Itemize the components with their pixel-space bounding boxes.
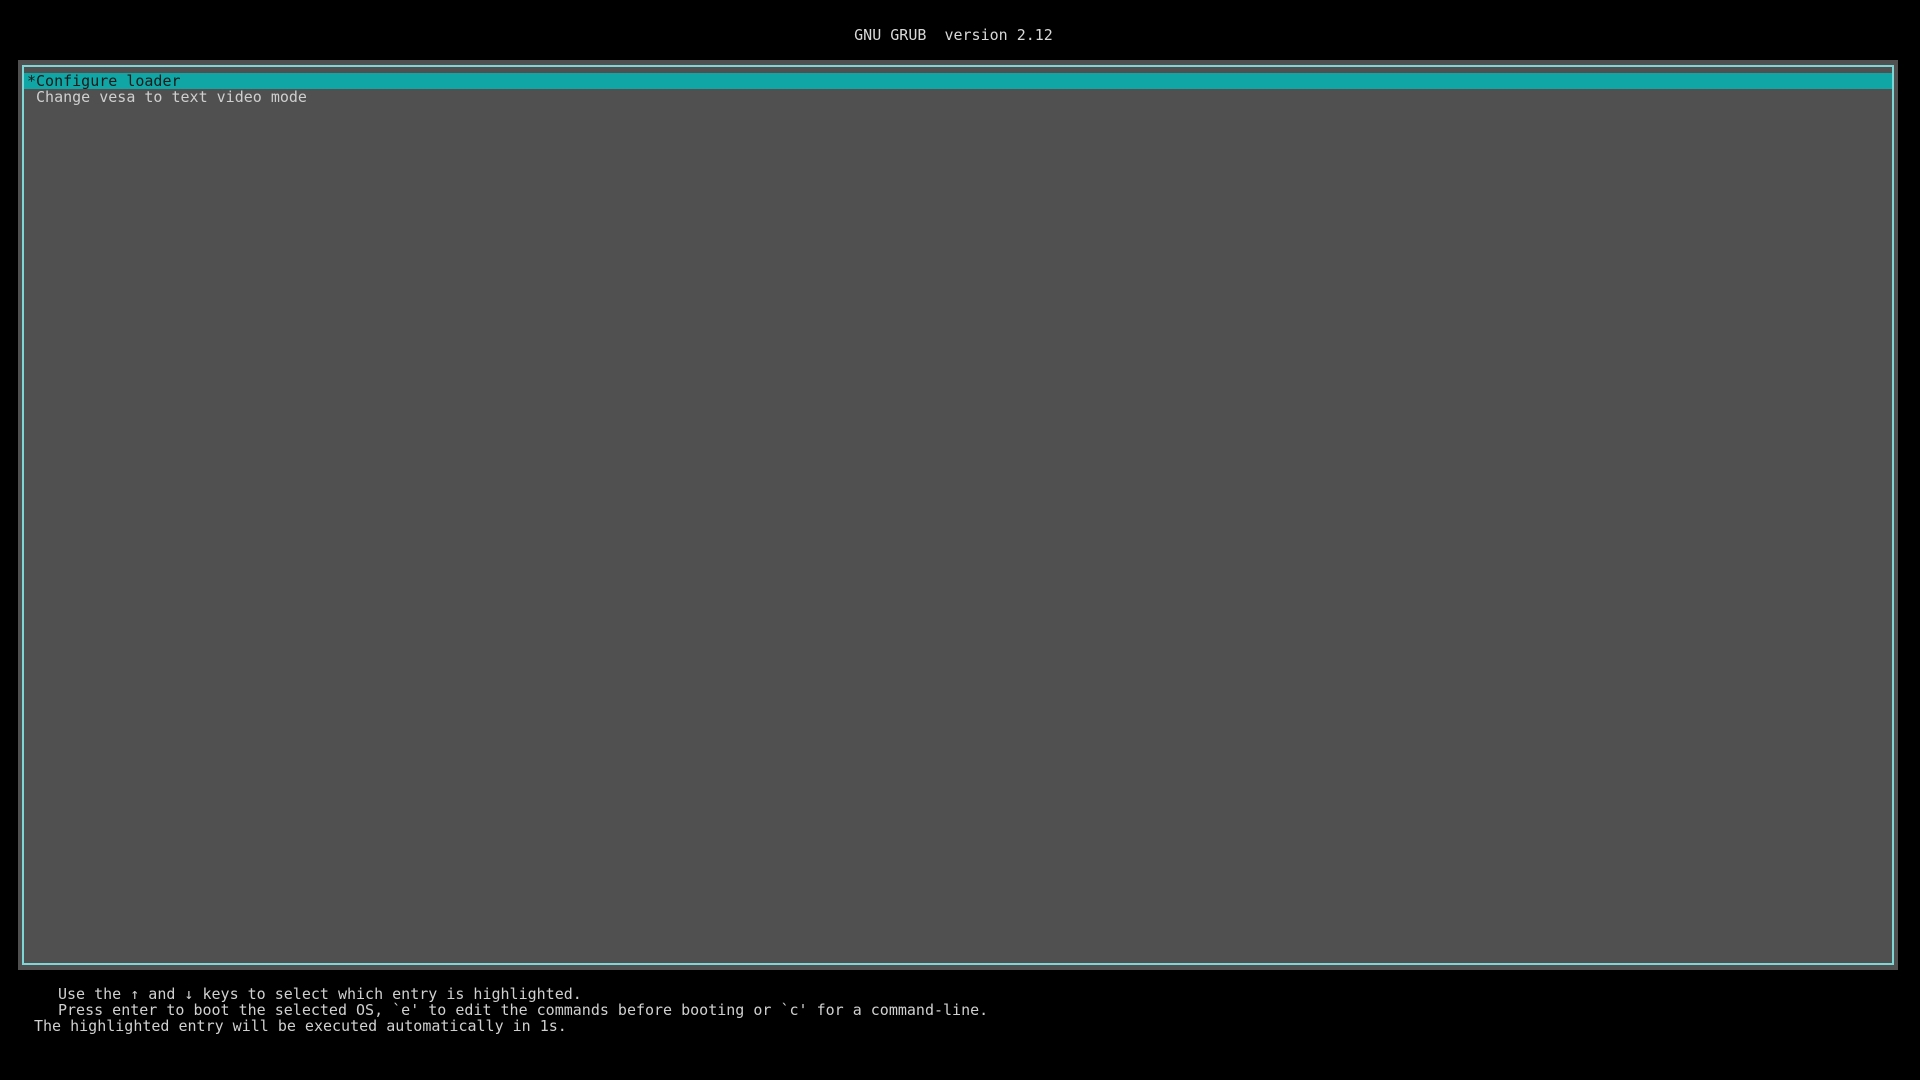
menu-entry-configure-loader[interactable]: *Configure loader [24, 73, 1892, 89]
boot-menu-border [22, 65, 1894, 965]
help-line-timeout: The highlighted entry will be executed a… [34, 1017, 567, 1035]
grub-title: GNU GRUB version 2.12 [854, 26, 1053, 44]
help-line-navigation: Use the ↑ and ↓ keys to select which ent… [58, 985, 582, 1003]
grub-screen: GNU GRUB version 2.12 *Configure loader … [0, 0, 1920, 1080]
help-line-actions: Press enter to boot the selected OS, `e'… [58, 1001, 989, 1019]
boot-menu-frame: *Configure loader Change vesa to text vi… [18, 60, 1898, 970]
boot-menu-list: *Configure loader Change vesa to text vi… [24, 73, 1892, 105]
help-text: Use the ↑ and ↓ keys to select which ent… [34, 986, 988, 1034]
menu-entry-change-vesa-text-mode[interactable]: Change vesa to text video mode [24, 89, 1892, 105]
